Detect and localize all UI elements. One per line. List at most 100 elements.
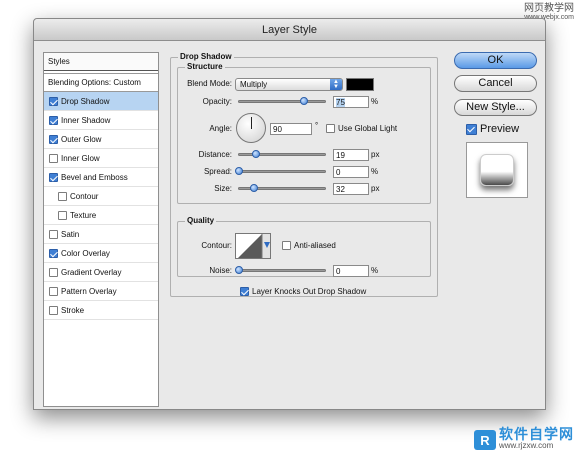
size-value: 32: [336, 185, 345, 194]
quality-title: Quality: [185, 216, 217, 225]
style-item-label: Gradient Overlay: [61, 267, 122, 277]
opacity-label: Opacity:: [202, 97, 232, 106]
knocks-out-option[interactable]: Layer Knocks Out Drop Shadow: [240, 287, 366, 296]
opacity-value: 75: [336, 98, 345, 107]
style-item-satin[interactable]: Satin: [44, 225, 158, 244]
anti-aliased-label: Anti-aliased: [294, 241, 336, 250]
blending-options-item[interactable]: Blending Options: Custom: [44, 73, 158, 92]
distance-slider[interactable]: [238, 150, 326, 158]
style-item-color-overlay[interactable]: Color Overlay: [44, 244, 158, 263]
shadow-color-swatch[interactable]: [346, 78, 374, 91]
noise-value: 0: [336, 267, 341, 276]
anti-aliased-checkbox[interactable]: [282, 241, 291, 250]
spread-slider[interactable]: [235, 167, 326, 175]
styles-header[interactable]: Styles: [44, 53, 158, 71]
angle-unit: °: [315, 121, 319, 130]
style-item-checkbox[interactable]: [49, 96, 58, 106]
style-item-label: Bevel and Emboss: [61, 172, 128, 182]
preview-option[interactable]: Preview: [466, 123, 519, 135]
layer-style-dialog: Layer Style Styles Blending Options: Cus…: [33, 18, 546, 410]
size-slider-thumb[interactable]: [250, 184, 259, 192]
angle-dial[interactable]: [236, 113, 266, 143]
style-item-drop-shadow[interactable]: Drop Shadow: [44, 92, 158, 111]
preview-label: Preview: [480, 123, 520, 135]
ok-button[interactable]: OK: [454, 52, 537, 69]
preview-swatch: [480, 154, 514, 186]
style-item-pattern-overlay[interactable]: Pattern Overlay: [44, 282, 158, 301]
quality-group: Quality Contour: Anti-aliased Noise: 0 %: [177, 216, 431, 277]
noise-slider[interactable]: [235, 266, 326, 274]
use-global-light-option[interactable]: Use Global Light: [326, 124, 397, 133]
drop-shadow-group: Drop Shadow Structure Blend Mode: Multip…: [170, 52, 438, 297]
styles-list-panel: Styles Blending Options: Custom Drop Sha…: [43, 52, 159, 407]
use-global-light-checkbox[interactable]: [326, 124, 335, 133]
drop-shadow-panel: Drop Shadow Structure Blend Mode: Multip…: [170, 52, 440, 407]
blend-mode-label: Blend Mode:: [187, 79, 232, 88]
spread-label: Spread:: [203, 167, 232, 176]
style-item-checkbox[interactable]: [49, 153, 58, 163]
style-item-checkbox[interactable]: [58, 210, 67, 220]
dialog-title: Layer Style: [34, 19, 545, 41]
select-arrows-icon: ▲ ▼: [330, 79, 342, 90]
preview-checkbox[interactable]: [466, 123, 477, 135]
noise-slider-thumb[interactable]: [235, 266, 243, 274]
size-unit: px: [371, 184, 380, 193]
style-item-label: Inner Shadow: [61, 115, 111, 125]
contour-label: Contour:: [201, 241, 232, 250]
opacity-slider[interactable]: [238, 97, 326, 105]
style-item-checkbox[interactable]: [49, 134, 58, 144]
distance-input[interactable]: 19: [333, 149, 369, 161]
angle-input[interactable]: 90: [270, 123, 312, 135]
style-item-label: Inner Glow: [61, 153, 100, 163]
structure-group: Structure Blend Mode: Multiply ▲ ▼ Opacit…: [177, 62, 431, 204]
style-item-inner-glow[interactable]: Inner Glow: [44, 149, 158, 168]
knocks-out-checkbox[interactable]: [240, 287, 249, 296]
style-item-contour[interactable]: Contour: [44, 187, 158, 206]
style-item-checkbox[interactable]: [49, 172, 58, 182]
distance-unit: px: [371, 150, 380, 159]
structure-title: Structure: [185, 62, 225, 71]
style-item-checkbox[interactable]: [49, 229, 58, 239]
blend-mode-select[interactable]: Multiply ▲ ▼: [235, 78, 343, 91]
noise-input[interactable]: 0: [333, 265, 369, 277]
style-item-checkbox[interactable]: [49, 267, 58, 277]
style-preview-thumbnail: [466, 142, 528, 198]
distance-slider-thumb[interactable]: [252, 150, 261, 158]
watermark-bottom: R 软件自学网 www.rjzxw.com: [474, 426, 574, 452]
spread-input[interactable]: 0: [333, 166, 369, 178]
use-global-light-label: Use Global Light: [338, 124, 398, 133]
style-item-label: Color Overlay: [61, 248, 110, 258]
spread-value: 0: [336, 168, 341, 177]
style-item-label: Contour: [70, 191, 99, 201]
style-item-inner-shadow[interactable]: Inner Shadow: [44, 111, 158, 130]
style-item-gradient-overlay[interactable]: Gradient Overlay: [44, 263, 158, 282]
contour-picker[interactable]: [235, 233, 271, 259]
size-slider[interactable]: [238, 184, 326, 192]
style-item-label: Stroke: [61, 305, 85, 315]
opacity-unit: %: [371, 97, 379, 106]
watermark-bottom-text: 软件自学网: [499, 426, 574, 442]
angle-value: 90: [273, 125, 282, 134]
style-item-checkbox[interactable]: [49, 286, 58, 296]
watermark-logo-icon: R: [474, 430, 496, 450]
size-label: Size:: [214, 184, 232, 193]
style-item-checkbox[interactable]: [58, 191, 67, 201]
cancel-button[interactable]: Cancel: [454, 75, 537, 92]
style-item-checkbox[interactable]: [49, 115, 58, 125]
style-item-texture[interactable]: Texture: [44, 206, 158, 225]
style-item-bevel-and-emboss[interactable]: Bevel and Emboss: [44, 168, 158, 187]
drop-shadow-title: Drop Shadow: [178, 52, 234, 61]
style-item-checkbox[interactable]: [49, 248, 58, 258]
size-input[interactable]: 32: [333, 183, 369, 195]
new-style-button[interactable]: New Style...: [454, 99, 537, 116]
anti-aliased-option[interactable]: Anti-aliased: [282, 241, 336, 250]
opacity-input[interactable]: 75: [333, 96, 369, 108]
style-item-stroke[interactable]: Stroke: [44, 301, 158, 320]
spread-slider-thumb[interactable]: [235, 167, 243, 175]
style-item-checkbox[interactable]: [49, 305, 58, 315]
distance-label: Distance:: [198, 150, 232, 159]
watermark-bottom-url: www.rjzxw.com: [499, 441, 554, 450]
opacity-slider-thumb[interactable]: [299, 97, 308, 105]
watermark-top-text: 网页教学网: [524, 3, 574, 14]
style-item-outer-glow[interactable]: Outer Glow: [44, 130, 158, 149]
